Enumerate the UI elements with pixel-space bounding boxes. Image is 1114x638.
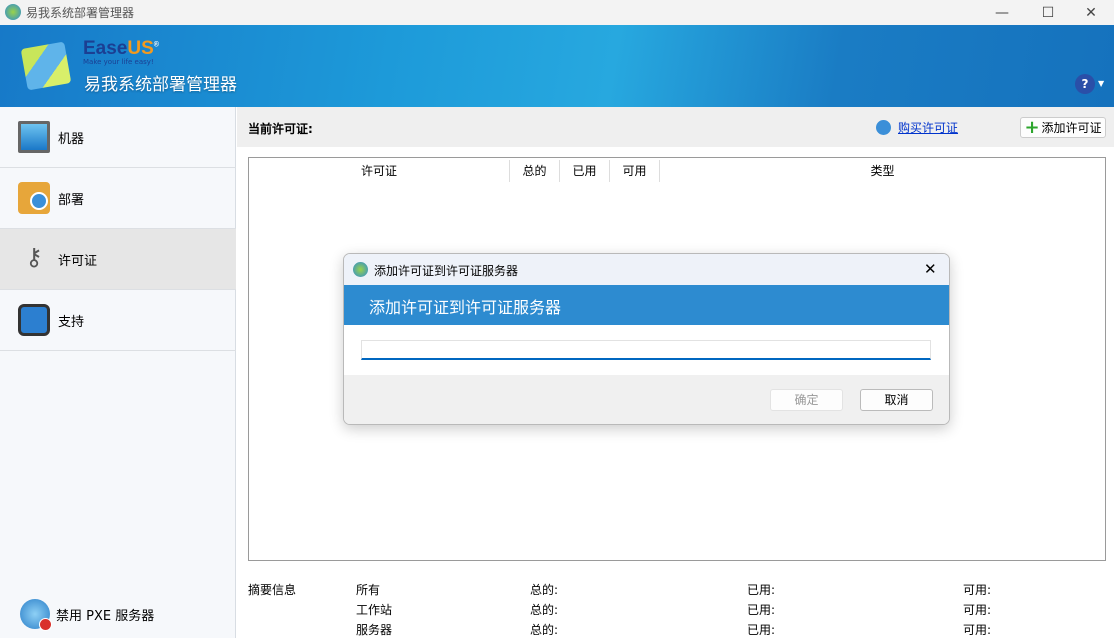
dialog-title: 添加许可证到许可证服务器 [374,264,519,278]
sidebar-item-deploy[interactable]: 部署 [0,168,236,229]
summary-label: 摘要信息 [248,583,297,597]
add-license-label: 添加许可证 [1041,120,1102,135]
add-license-button[interactable]: + 添加许可证 [1020,117,1106,138]
minimize-button[interactable]: — [979,0,1025,25]
summary-total: 总的: [530,583,559,597]
summary-total: 总的: [530,603,559,617]
summary-used: 已用: [747,603,776,617]
banner-title: 易我系统部署管理器 [84,75,237,95]
dialog-title-bar: 添加许可证到许可证服务器 ✕ [344,254,949,285]
sidebar-item-label: 部署 [58,192,85,208]
window-title: 易我系统部署管理器 [26,6,135,20]
summary-name: 服务器 [356,623,393,637]
dialog-heading: 添加许可证到许可证服务器 [344,285,949,325]
sidebar-item-label: 机器 [58,131,85,147]
sidebar-item-label: 支持 [58,314,85,330]
keys-icon: ⚷ [25,243,43,271]
license-header: 当前许可证: 购买许可证 + 添加许可证 [237,107,1114,147]
column-header-used[interactable]: 已用 [560,160,610,182]
summary-name: 所有 [356,583,381,597]
summary-name: 工作站 [356,603,393,617]
column-header-type[interactable]: 类型 [660,160,1105,182]
pxe-label: 禁用 PXE 服务器 [56,608,155,624]
app-icon [5,4,21,20]
summary-used: 已用: [747,623,776,637]
headset-icon [18,304,50,336]
license-key-input[interactable] [361,340,931,360]
sidebar-item-license[interactable]: ⚷ 许可证 [0,229,236,290]
summary-available: 可用: [963,603,992,617]
dialog-footer: 确定 取消 [344,375,949,424]
sidebar-item-machines[interactable]: 机器 [0,107,236,168]
help-dropdown-icon[interactable]: ▼ [1098,79,1104,88]
column-header-available[interactable]: 可用 [610,160,660,182]
column-header-license[interactable]: 许可证 [249,160,510,182]
banner: EaseUS® Make your life easy! 易我系统部署管理器 ?… [0,25,1114,107]
sidebar: 机器 部署 ⚷ 许可证 支持 禁用 PXE 服务器 [0,107,236,638]
disable-pxe-button[interactable]: 禁用 PXE 服务器 [20,599,155,631]
cart-icon [876,120,891,135]
current-license-label: 当前许可证: [248,122,313,136]
summary-total: 总的: [530,623,559,637]
logo-cube-icon [20,41,72,91]
maximize-button[interactable]: ☐ [1025,0,1071,25]
column-header-total[interactable]: 总的 [510,160,560,182]
brand-logo: EaseUS® [83,38,159,59]
add-license-dialog: 添加许可证到许可证服务器 ✕ 添加许可证到许可证服务器 确定 取消 [343,253,950,425]
cancel-button[interactable]: 取消 [860,389,933,411]
summary-available: 可用: [963,583,992,597]
summary-available: 可用: [963,623,992,637]
monitor-icon [18,121,50,153]
dialog-close-button[interactable]: ✕ [924,260,937,278]
close-button[interactable]: ✕ [1068,0,1114,25]
help-icon[interactable]: ? [1075,74,1095,94]
deploy-clock-icon [18,182,50,214]
app-icon [353,262,368,277]
title-bar: 易我系统部署管理器 — ☐ ✕ [0,0,1114,25]
ok-button[interactable]: 确定 [770,389,843,411]
globe-disable-icon [20,599,52,631]
sidebar-item-label: 许可证 [58,253,98,269]
plus-icon: + [1024,116,1040,138]
buy-license-link[interactable]: 购买许可证 [898,119,958,136]
sidebar-item-support[interactable]: 支持 [0,290,236,351]
summary-used: 已用: [747,583,776,597]
tagline: Make your life easy! [83,58,154,66]
